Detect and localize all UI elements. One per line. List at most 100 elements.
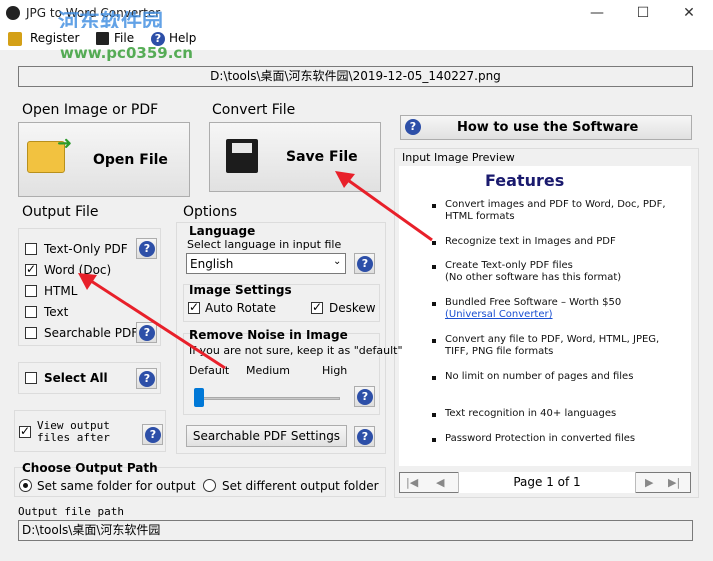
- same-folder-radio[interactable]: [19, 479, 32, 492]
- select-all-checkbox[interactable]: [25, 372, 37, 384]
- select-all-label: Select All: [44, 371, 108, 385]
- feature-item: Text recognition in 40+ languages: [445, 408, 617, 419]
- floppy-label-area: [232, 143, 252, 153]
- noise-title: Remove Noise in Image: [189, 328, 348, 342]
- convert-section-title: Convert File: [212, 102, 296, 118]
- register-icon: [8, 32, 22, 46]
- close-button[interactable]: ✕: [667, 0, 711, 28]
- feature-item: Bundled Free Software – Worth $50: [445, 297, 622, 308]
- features-heading: Features: [485, 171, 565, 190]
- noise-hint: If you are not sure, keep it as "default…: [189, 344, 403, 357]
- last-page-button[interactable]: ▶|: [668, 476, 680, 489]
- output-option-label: HTML: [44, 284, 78, 298]
- feature-item: Recognize text in Images and PDF: [445, 236, 616, 247]
- auto-rotate-label: Auto Rotate: [205, 301, 276, 315]
- source-path-field[interactable]: D:\tools\桌面\河东软件园\2019-12-05_140227.png: [18, 66, 693, 87]
- output-option-label: Word (Doc): [44, 263, 112, 277]
- output-option-label: Searchable PDF: [44, 326, 139, 340]
- help-icon: ?: [139, 371, 155, 387]
- menu-register[interactable]: Register: [30, 31, 79, 45]
- first-page-button[interactable]: |◀: [406, 476, 418, 489]
- output-path-field[interactable]: D:\tools\桌面\河东软件园: [18, 520, 693, 541]
- different-folder-radio[interactable]: [203, 479, 216, 492]
- feature-bullet: [432, 241, 436, 245]
- searchable-pdf-help-button[interactable]: ?: [354, 426, 375, 447]
- open-file-button[interactable]: ➜ Open File: [18, 122, 190, 197]
- feature-bullet: [432, 438, 436, 442]
- save-file-button[interactable]: Save File: [209, 122, 381, 192]
- auto-rotate-checkbox[interactable]: [188, 300, 200, 314]
- source-path-value: D:\tools\桌面\河东软件园\2019-12-05_140227.png: [210, 69, 501, 83]
- deskew-label: Deskew: [329, 301, 376, 315]
- language-help-button[interactable]: ?: [354, 253, 375, 274]
- view-output-label: View output files after: [37, 419, 110, 444]
- help-icon: ?: [357, 389, 373, 405]
- select-all-help-button[interactable]: ?: [136, 368, 157, 389]
- output-path-value: D:\tools\桌面\河东软件园: [22, 523, 161, 537]
- feature-bullet: [432, 339, 436, 343]
- noise-slider-handle[interactable]: [194, 388, 204, 407]
- help-icon: ?: [357, 256, 373, 272]
- preview-label: Input Image Preview: [402, 151, 515, 164]
- output-option-label: Text: [44, 305, 69, 319]
- view-output-help-button[interactable]: ?: [142, 424, 163, 445]
- how-to-use-button[interactable]: ? How to use the Software: [400, 115, 692, 140]
- save-file-label: Save File: [286, 149, 358, 165]
- next-page-button[interactable]: ▶: [645, 476, 653, 489]
- feature-item: Convert images and PDF to Word, Doc, PDF…: [445, 199, 666, 222]
- output-option-checkbox[interactable]: [25, 262, 37, 276]
- minimize-button[interactable]: —: [575, 0, 619, 28]
- prev-page-button[interactable]: ◀: [436, 476, 444, 489]
- help-icon: ?: [139, 241, 155, 257]
- feature-item: Convert any file to PDF, Word, HTML, JPE…: [445, 334, 660, 357]
- different-folder-label: Set different output folder: [222, 479, 379, 493]
- options-title: Options: [183, 204, 238, 220]
- noise-help-button[interactable]: ?: [354, 386, 375, 407]
- page-label: Page 1 of 1: [513, 475, 581, 489]
- output-option-checkbox[interactable]: [25, 243, 37, 255]
- chevron-down-icon: ⌄: [333, 256, 342, 267]
- output-option-help-button[interactable]: ?: [136, 238, 157, 259]
- noise-level-high: High: [322, 364, 348, 377]
- noise-level-default: Default: [189, 364, 230, 377]
- image-settings-title: Image Settings: [189, 283, 292, 297]
- language-hint: Select language in input file: [187, 238, 342, 251]
- feature-bullet: [432, 265, 436, 269]
- output-file-title: Output File: [22, 204, 99, 220]
- open-section-title: Open Image or PDF: [22, 102, 159, 118]
- menu-file[interactable]: File: [114, 31, 134, 45]
- output-path-label: Output file path: [18, 505, 124, 518]
- how-to-use-label: How to use the Software: [457, 120, 639, 135]
- feature-item: Create Text-only PDF files (No other sof…: [445, 260, 622, 283]
- feature-bullet: [432, 413, 436, 417]
- menu-help[interactable]: Help: [169, 31, 196, 45]
- language-value: English: [190, 257, 234, 271]
- help-icon: ?: [405, 119, 421, 135]
- view-output-checkbox[interactable]: [19, 424, 31, 438]
- output-option-label: Text-Only PDF: [44, 242, 128, 256]
- feature-bullet: [432, 376, 436, 380]
- output-option-checkbox[interactable]: [25, 285, 37, 297]
- help-icon: ?: [139, 325, 155, 341]
- same-folder-label: Set same folder for output: [37, 479, 196, 493]
- maximize-button[interactable]: ☐: [621, 0, 665, 28]
- open-file-label: Open File: [93, 152, 168, 168]
- feature-item: Password Protection in converted files: [445, 433, 636, 444]
- noise-level-medium: Medium: [246, 364, 290, 377]
- output-option-checkbox[interactable]: [25, 327, 37, 339]
- green-arrow-icon: ➜: [57, 133, 73, 154]
- watermark-url: www.pc0359.cn: [60, 44, 193, 62]
- searchable-pdf-settings-button[interactable]: Searchable PDF Settings: [186, 425, 347, 447]
- language-select[interactable]: English ⌄: [186, 253, 346, 274]
- universal-converter-link[interactable]: (Universal Converter): [445, 309, 675, 321]
- noise-slider-track: [194, 397, 340, 400]
- help-icon: ?: [145, 427, 161, 443]
- feature-item: No limit on number of pages and files: [445, 371, 634, 382]
- deskew-checkbox[interactable]: [311, 300, 323, 314]
- feature-bullet: [432, 302, 436, 306]
- output-option-help-button[interactable]: ?: [136, 322, 157, 343]
- app-icon: [6, 6, 20, 20]
- page-indicator: Page 1 of 1: [458, 472, 636, 493]
- output-option-checkbox[interactable]: [25, 306, 37, 318]
- feature-bullet: [432, 204, 436, 208]
